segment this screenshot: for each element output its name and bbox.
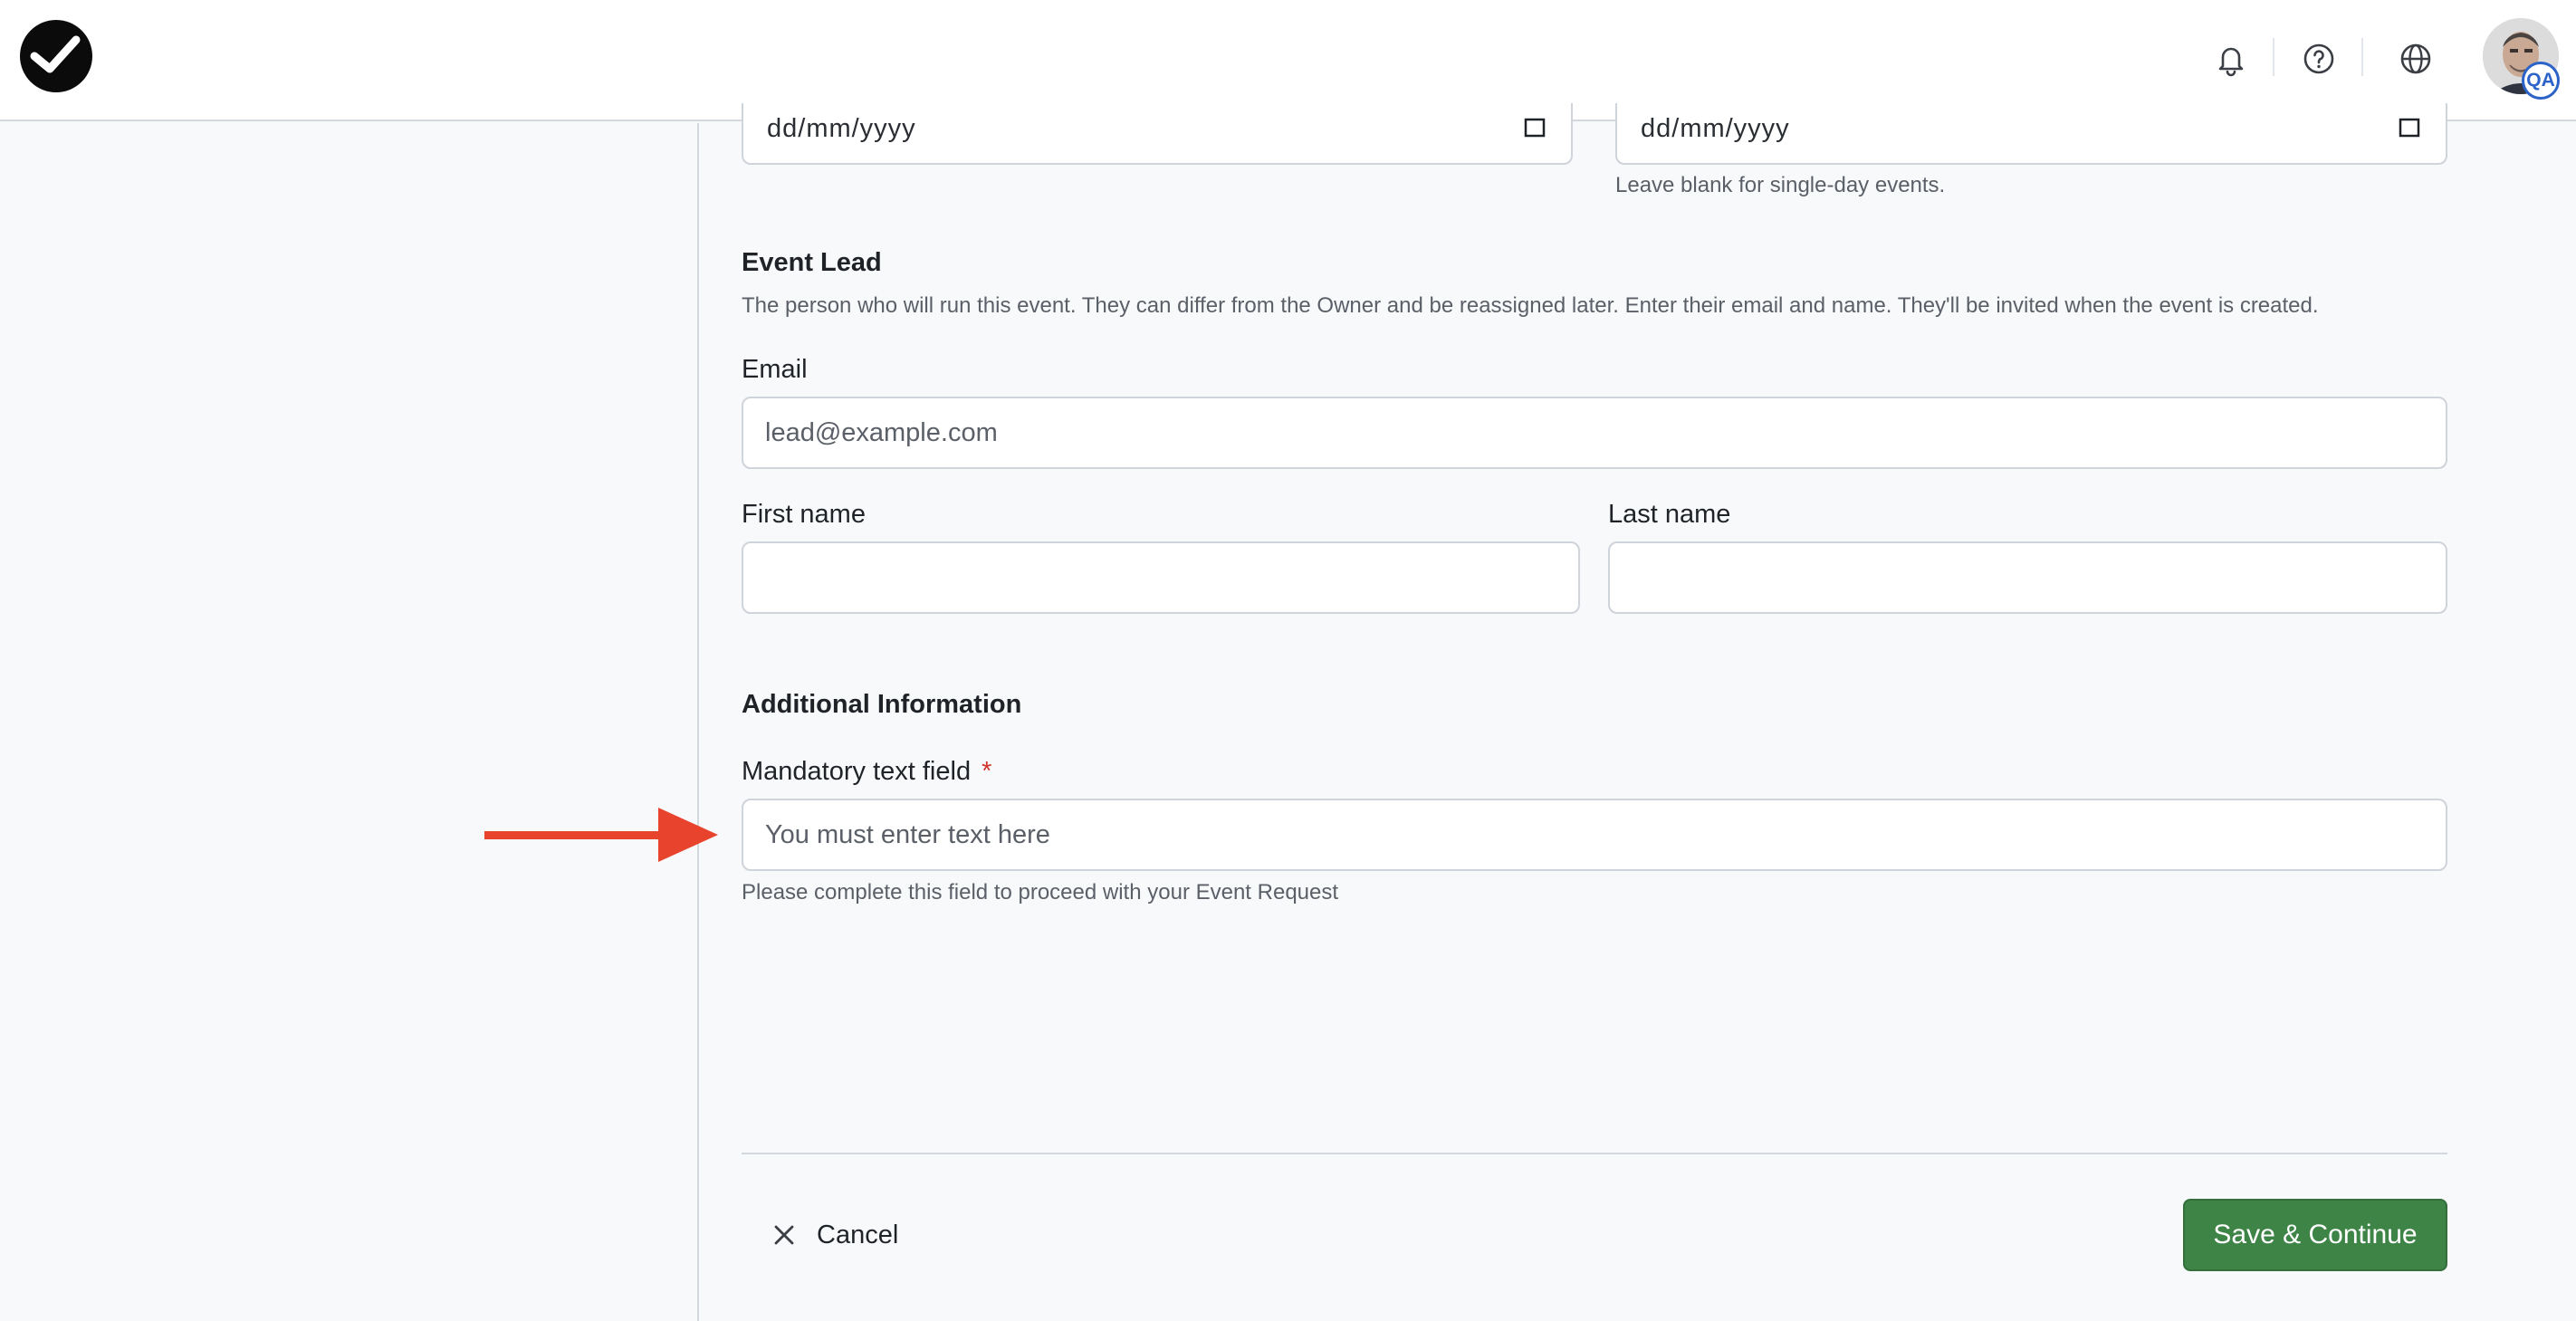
cancel-button[interactable]: Cancel [771,1210,898,1260]
help-circle-icon[interactable] [2296,36,2341,81]
email-label: Email [742,355,808,384]
calendar-icon[interactable] [2399,118,2420,138]
first-name-label: First name [742,500,866,529]
last-name-label: Last name [1608,500,1731,529]
header-separator [2273,38,2274,76]
end-date-value: dd/mm/yyyy [1641,114,1790,143]
start-date-input[interactable]: dd/mm/yyyy [742,103,1573,165]
cancel-label: Cancel [817,1220,899,1249]
annotation-arrow-icon [484,808,718,862]
mandatory-field-label-text: Mandatory text field [742,757,972,786]
mandatory-field-label: Mandatory text field * [742,757,991,787]
end-date-input[interactable]: dd/mm/yyyy [1615,103,2447,165]
header-separator [2361,38,2363,76]
globe-icon[interactable] [2393,36,2438,81]
first-name-input[interactable] [743,543,1578,612]
first-name-field[interactable] [742,541,1580,614]
close-icon [774,1225,794,1245]
event-lead-title: Event Lead [742,248,882,277]
start-date-value: dd/mm/yyyy [767,114,916,143]
required-marker: * [982,757,992,786]
mandatory-text-input[interactable] [743,800,2446,869]
additional-info-title: Additional Information [742,690,1022,719]
end-date-help: Leave blank for single-day events. [1615,173,1946,197]
mandatory-field-help: Please complete this field to proceed wi… [742,880,1339,905]
footer-divider [742,1153,2447,1154]
app-logo-checkmark-icon[interactable] [20,20,92,92]
save-continue-button[interactable]: Save & Continue [2183,1199,2447,1271]
last-name-field[interactable] [1608,541,2447,614]
left-panel [0,123,697,1321]
content-divider [697,123,699,1321]
email-field[interactable] [742,397,2447,469]
qa-badge: QA [2522,62,2560,100]
calendar-icon[interactable] [1524,118,1546,138]
last-name-input[interactable] [1610,543,2446,612]
email-input[interactable] [743,398,2446,467]
event-lead-description: The person who will run this event. They… [742,293,2319,318]
bell-icon[interactable] [2208,36,2254,81]
mandatory-text-field[interactable] [742,799,2447,871]
